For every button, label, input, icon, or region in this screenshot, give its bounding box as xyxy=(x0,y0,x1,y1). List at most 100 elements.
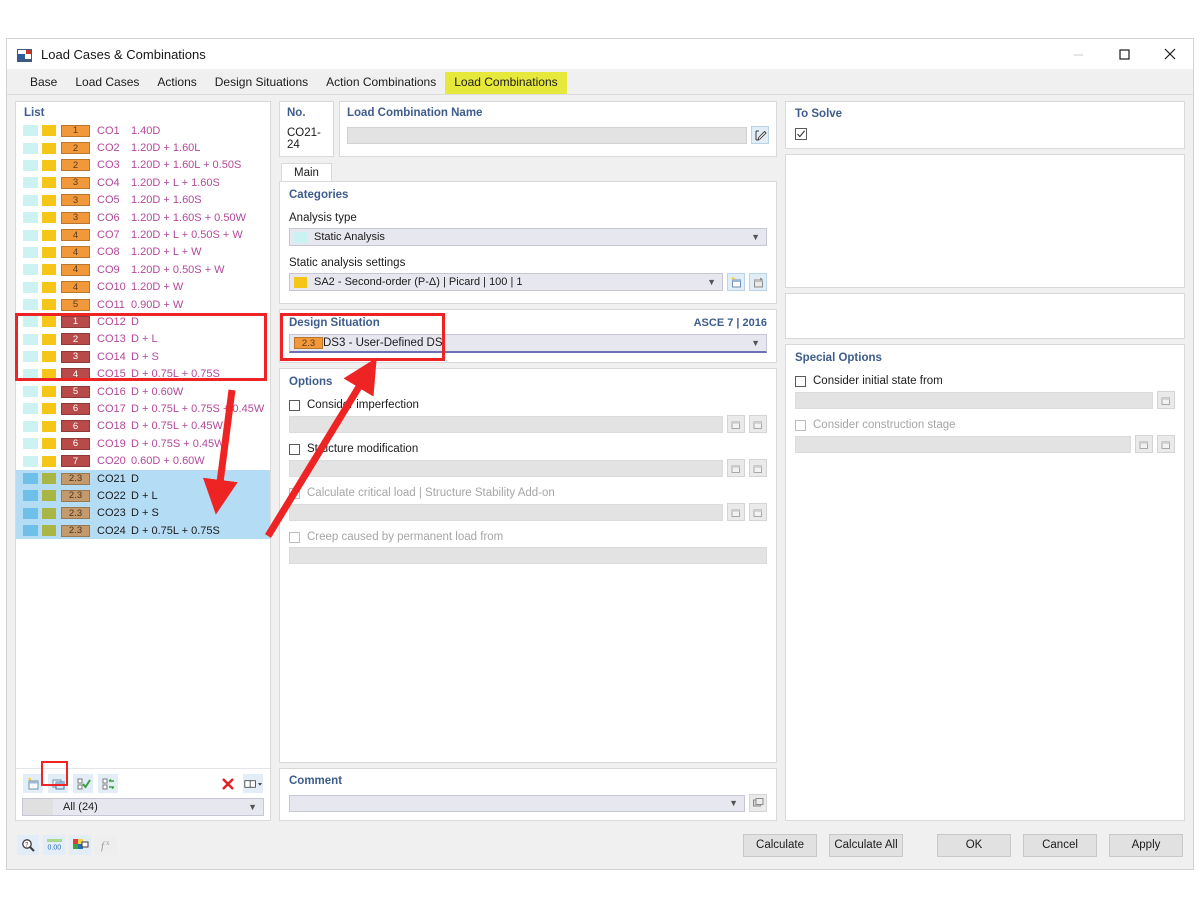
list-item[interactable]: 1 CO12 D xyxy=(16,313,270,330)
option-row[interactable]: Consider initial state from xyxy=(795,375,1175,387)
list-item[interactable]: 4 CO9 1.20D + 0.50S + W xyxy=(16,261,270,278)
row-color-swatch-1 xyxy=(23,473,38,484)
list-item[interactable]: 2.3 CO23 D + S xyxy=(16,504,270,522)
option-input[interactable] xyxy=(289,415,723,433)
combination-name-input[interactable] xyxy=(347,126,747,144)
edit-object-icon[interactable] xyxy=(749,459,767,477)
option-input[interactable] xyxy=(795,391,1153,409)
list-item[interactable]: 1 CO1 1.40D xyxy=(16,122,270,139)
to-solve-checkbox[interactable] xyxy=(795,128,807,140)
option-row[interactable]: Consider construction stage xyxy=(795,419,1175,431)
invert-selection-icon[interactable] xyxy=(98,774,118,793)
delete-icon[interactable] xyxy=(218,774,238,793)
comment-input[interactable]: ▼ xyxy=(289,794,745,812)
row-formula: D xyxy=(131,472,139,485)
list-item[interactable]: 5 CO16 D + 0.60W xyxy=(16,383,270,400)
analysis-type-select[interactable]: Static Analysis ▼ xyxy=(289,228,767,246)
categories-title: Categories xyxy=(289,189,349,201)
row-formula: 1.20D + 1.60L + 0.50S xyxy=(131,159,242,172)
cancel-button[interactable]: Cancel xyxy=(1023,833,1097,857)
edit-object-icon[interactable] xyxy=(749,415,767,433)
list-item[interactable]: 6 CO17 D + 0.75L + 0.75S + 0.45W xyxy=(16,400,270,417)
maximize-button[interactable] xyxy=(1101,39,1147,69)
list-item[interactable]: 2.3 CO21 D xyxy=(16,469,270,488)
decimals-icon[interactable]: 0.00 xyxy=(43,835,65,855)
option-input[interactable] xyxy=(289,459,723,477)
tab-main[interactable]: Main xyxy=(281,163,332,182)
copy-combination-icon[interactable] xyxy=(48,774,68,793)
option-row[interactable]: Consider imperfection xyxy=(289,399,767,411)
list-item[interactable]: 4 CO10 1.20D + W xyxy=(16,279,270,296)
option-row[interactable]: Creep caused by permanent load from xyxy=(289,531,767,543)
options-section: Options Consider imperfection Structure m… xyxy=(279,368,777,763)
option-checkbox[interactable] xyxy=(289,443,300,455)
list-item[interactable]: 5 CO11 0.90D + W xyxy=(16,296,270,313)
row-color-swatch-2 xyxy=(42,281,56,293)
design-situation-title: Design Situation xyxy=(289,317,380,329)
option-row[interactable]: Calculate critical load | Structure Stab… xyxy=(289,487,767,499)
option-input-row xyxy=(795,391,1175,409)
row-formula: 0.60D + 0.60W xyxy=(131,455,205,468)
new-object-icon[interactable] xyxy=(727,415,745,433)
row-number: CO13 xyxy=(97,333,126,346)
ok-button[interactable]: OK xyxy=(937,833,1011,857)
list-item[interactable]: 2 CO2 1.20D + 1.60L xyxy=(16,139,270,156)
apply-button[interactable]: Apply xyxy=(1109,833,1183,857)
tab-actions[interactable]: Actions xyxy=(148,72,205,94)
list-item[interactable]: 2.3 CO22 D + L xyxy=(16,487,270,505)
list-filter-label: All (24) xyxy=(63,801,98,813)
list-item[interactable]: 3 CO6 1.20D + 1.60S + 0.50W xyxy=(16,209,270,226)
list-item[interactable]: 4 CO7 1.20D + L + 0.50S + W xyxy=(16,226,270,243)
design-situation-value: DS3 - User-Defined DS xyxy=(323,337,443,349)
edit-name-icon[interactable] xyxy=(751,126,769,144)
static-settings-select[interactable]: SA2 - Second-order (P-Δ) | Picard | 100 … xyxy=(289,273,723,291)
edit-settings-icon[interactable] xyxy=(749,273,767,291)
option-checkbox[interactable] xyxy=(795,375,806,387)
list-item[interactable]: 3 CO5 1.20D + 1.60S xyxy=(16,192,270,209)
row-badge: 2 xyxy=(61,142,90,155)
tab-load-combinations[interactable]: Load Combinations xyxy=(445,72,567,94)
static-settings-label: Static analysis settings xyxy=(289,257,406,269)
minimize-button[interactable] xyxy=(1055,39,1101,69)
tab-load-cases[interactable]: Load Cases xyxy=(66,72,148,94)
list-item[interactable]: 3 CO14 D + S xyxy=(16,348,270,365)
list-item[interactable]: 2 CO3 1.20D + 1.60L + 0.50S xyxy=(16,157,270,174)
comment-library-icon[interactable] xyxy=(749,794,767,812)
main-tab-strip[interactable]: Base Load Cases Actions Design Situation… xyxy=(7,69,1193,95)
design-situation-select[interactable]: 2.3 DS3 - User-Defined DS ▼ xyxy=(289,334,767,353)
svg-text:x: x xyxy=(106,839,110,847)
calculate-button[interactable]: Calculate xyxy=(743,833,817,857)
list-item[interactable]: 4 CO8 1.20D + L + W xyxy=(16,244,270,261)
select-all-icon[interactable] xyxy=(73,774,93,793)
list-item[interactable]: 6 CO18 D + 0.75L + 0.45W xyxy=(16,418,270,435)
combination-list[interactable]: 1 CO1 1.40D 2 CO2 1.20D + 1.60L 2 CO3 1.20D + 1.… xyxy=(16,122,270,768)
row-color-swatch-1 xyxy=(23,507,38,519)
list-filter-dropdown[interactable]: All (24) ▼ xyxy=(22,798,264,816)
row-color-swatch-2 xyxy=(42,455,56,467)
comment-section: Comment ▼ xyxy=(279,768,777,821)
list-item[interactable]: 7 CO20 0.60D + 0.60W xyxy=(16,452,270,469)
option-row[interactable]: Structure modification xyxy=(289,443,767,455)
list-item[interactable]: 2.3 CO24 D + 0.75L + 0.75S xyxy=(16,521,270,540)
units-icon[interactable] xyxy=(69,835,91,855)
list-item[interactable]: 3 CO4 1.20D + L + 1.60S xyxy=(16,174,270,191)
close-button[interactable] xyxy=(1147,39,1193,69)
new-settings-icon[interactable] xyxy=(727,273,745,291)
option-checkbox[interactable] xyxy=(289,399,300,411)
list-item[interactable]: 2 CO13 D + L xyxy=(16,331,270,348)
calculate-all-button[interactable]: Calculate All xyxy=(829,833,903,857)
tab-design-situations[interactable]: Design Situations xyxy=(206,72,317,94)
inner-tab-strip[interactable]: Main xyxy=(279,162,777,182)
tab-action-combinations[interactable]: Action Combinations xyxy=(317,72,445,94)
columns-icon[interactable] xyxy=(243,774,263,793)
list-item[interactable]: 4 CO15 D + 0.75L + 0.75S xyxy=(16,365,270,382)
new-object-icon[interactable] xyxy=(1157,391,1175,409)
new-object-icon[interactable] xyxy=(727,459,745,477)
option-label: Consider construction stage xyxy=(813,419,956,431)
tab-base[interactable]: Base xyxy=(21,72,66,94)
row-badge: 2.3 xyxy=(61,507,90,520)
list-item[interactable]: 6 CO19 D + 0.75S + 0.45W xyxy=(16,435,270,452)
find-icon[interactable]: ? xyxy=(17,835,39,855)
new-combination-icon[interactable] xyxy=(23,774,43,793)
edit-object-icon xyxy=(749,503,767,521)
